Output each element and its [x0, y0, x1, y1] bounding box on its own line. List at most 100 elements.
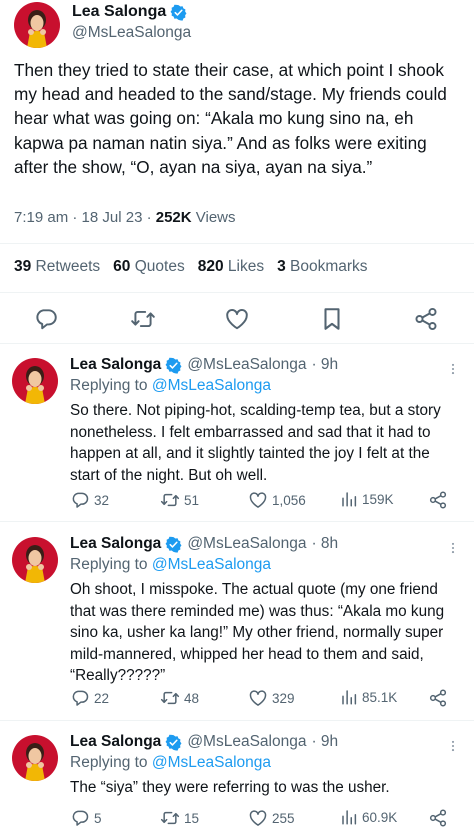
author-name[interactable]: Lea Salonga [70, 356, 161, 374]
author-name[interactable]: Lea Salonga [70, 535, 161, 553]
reply-action[interactable]: 22 [70, 688, 109, 708]
avatar[interactable] [12, 358, 58, 404]
like-action[interactable]: 329 [248, 688, 295, 708]
author-name[interactable]: Lea Salonga [70, 733, 161, 751]
retweet-action[interactable]: 48 [160, 688, 199, 708]
more-icon[interactable] [446, 737, 460, 755]
views-icon [340, 490, 358, 508]
replying-to-link[interactable]: @MsLeaSalonga [152, 556, 271, 573]
avatar[interactable] [12, 735, 58, 781]
share-action[interactable] [428, 688, 448, 708]
avatar[interactable] [14, 2, 60, 48]
views-count: 159K [362, 491, 394, 507]
replying-to: Replying to @MsLeaSalonga [70, 556, 271, 574]
bookmark-icon[interactable] [319, 306, 345, 332]
reply-action-bar: 32 51 1,056 159K [70, 490, 460, 512]
replying-to: Replying to @MsLeaSalonga [70, 754, 271, 772]
reply-header: Lea Salonga @MsLeaSalonga · 9h [70, 356, 338, 374]
divider [0, 292, 474, 293]
bookmarks-label: Bookmarks [285, 258, 368, 275]
like-action[interactable]: 255 [248, 808, 295, 828]
reply-action-bar: 22 48 329 85.1K [70, 688, 460, 710]
author-name[interactable]: Lea Salonga [72, 3, 166, 21]
author-handle[interactable]: @MsLeaSalonga [187, 733, 306, 751]
bookmarks-stat[interactable]: 3 Bookmarks [277, 258, 367, 276]
quotes-label: Quotes [130, 258, 185, 275]
retweet-action[interactable]: 15 [160, 808, 199, 828]
views-count: 252K [155, 209, 192, 226]
retweet-action[interactable]: 51 [160, 490, 199, 510]
retweet-icon[interactable] [130, 306, 156, 332]
reply-time[interactable]: · 9h [311, 733, 338, 751]
share-action[interactable] [428, 808, 448, 828]
reply-header: Lea Salonga @MsLeaSalonga · 9h [70, 733, 338, 751]
like-count: 1,056 [272, 492, 306, 508]
reply-action[interactable]: 5 [70, 808, 102, 828]
views-action[interactable]: 60.9K [340, 808, 397, 826]
main-action-bar [0, 304, 474, 334]
like-action[interactable]: 1,056 [248, 490, 306, 510]
reply-count: 22 [94, 690, 110, 706]
views-count: 85.1K [362, 689, 398, 705]
verified-badge-icon [165, 536, 182, 553]
like-count: 255 [272, 810, 295, 826]
reply-header: Lea Salonga @MsLeaSalonga · 8h [70, 535, 338, 553]
reply-time[interactable]: · 9h [311, 356, 338, 374]
reply-action[interactable]: 32 [70, 490, 109, 510]
verified-badge-icon [165, 734, 182, 751]
retweet-count: 48 [184, 690, 200, 706]
share-action[interactable] [428, 490, 448, 510]
share-icon[interactable] [413, 306, 439, 332]
reply-action-bar: 5 15 255 60.9K [70, 808, 460, 830]
engagement-stats: 39 Retweets 60 Quotes 820 Likes 3 Bookma… [14, 258, 381, 276]
divider [0, 720, 474, 721]
replying-prefix: Replying to [70, 556, 152, 573]
views-action[interactable]: 159K [340, 490, 394, 508]
replying-to: Replying to @MsLeaSalonga [70, 377, 271, 395]
reply-count: 32 [94, 492, 110, 508]
reply-icon [70, 688, 90, 708]
reply-time[interactable]: · 8h [311, 535, 338, 553]
verified-badge-icon [170, 4, 187, 21]
retweet-icon [160, 688, 180, 708]
reply-icon[interactable] [33, 306, 59, 332]
quotes-count: 60 [113, 258, 131, 275]
replying-prefix: Replying to [70, 754, 152, 771]
replying-prefix: Replying to [70, 377, 152, 394]
bookmarks-count: 3 [277, 258, 286, 275]
views-action[interactable]: 85.1K [340, 688, 397, 706]
retweets-stat[interactable]: 39 Retweets [14, 258, 100, 276]
reply-count: 5 [94, 810, 102, 826]
retweets-label: Retweets [31, 258, 101, 275]
share-icon [428, 808, 448, 828]
divider [0, 521, 474, 522]
heart-icon[interactable] [224, 306, 250, 332]
views-icon [340, 808, 358, 826]
more-icon[interactable] [446, 360, 460, 378]
author-handle[interactable]: @MsLeaSalonga [187, 356, 306, 374]
author-name-row[interactable]: Lea Salonga [72, 3, 187, 21]
reply-icon [70, 808, 90, 828]
retweets-count: 39 [14, 258, 32, 275]
reply-icon [70, 490, 90, 510]
quotes-stat[interactable]: 60 Quotes [113, 258, 185, 276]
likes-count: 820 [197, 258, 224, 275]
tweet-text: Then they tried to state their case, at … [14, 60, 447, 177]
replying-to-link[interactable]: @MsLeaSalonga [152, 754, 271, 771]
divider [0, 243, 474, 244]
share-icon [428, 688, 448, 708]
divider [0, 343, 474, 344]
author-handle[interactable]: @MsLeaSalonga [72, 24, 191, 42]
views-label: Views [191, 209, 236, 226]
heart-icon [248, 688, 268, 708]
avatar[interactable] [12, 537, 58, 583]
reply-text: So there. Not piping-hot, scalding-temp … [70, 402, 441, 484]
more-icon[interactable] [446, 539, 460, 557]
retweet-count: 15 [184, 810, 200, 826]
heart-icon [248, 808, 268, 828]
likes-stat[interactable]: 820 Likes [198, 258, 264, 276]
replying-to-link[interactable]: @MsLeaSalonga [152, 377, 271, 394]
author-handle[interactable]: @MsLeaSalonga [187, 535, 306, 553]
share-icon [428, 490, 448, 510]
tweet-timestamp[interactable]: 7:19 am · 18 Jul 23 · [14, 209, 156, 226]
